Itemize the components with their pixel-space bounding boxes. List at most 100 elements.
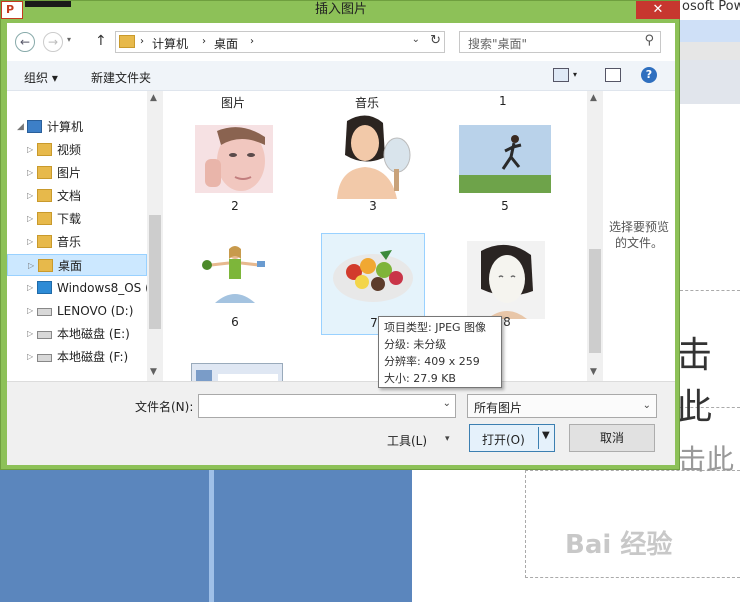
chevron-down-icon[interactable]: ▼ xyxy=(542,430,550,441)
search-placeholder: 搜索"桌面" xyxy=(468,37,528,51)
back-button[interactable]: ← xyxy=(15,32,35,52)
collapsed-arrow-icon[interactable]: ▷ xyxy=(27,300,33,322)
titlebar: P 插入图片 ✕ xyxy=(1,1,681,23)
thumbnail-woman-yoga xyxy=(195,241,273,309)
collapsed-arrow-icon[interactable]: ▷ xyxy=(27,162,33,184)
folder-icon xyxy=(38,259,53,272)
file-tile-6[interactable]: 6 xyxy=(183,233,287,335)
folder-icon xyxy=(37,235,52,248)
close-button[interactable]: ✕ xyxy=(636,1,680,19)
nav-item-documents[interactable]: ▷ 文档 xyxy=(7,185,147,207)
nav-label: LENOVO (D:) xyxy=(57,304,134,318)
file-type-select[interactable]: 所有图片 ⌄ xyxy=(467,394,657,418)
nav-scrollbar[interactable]: ▲ ▼ xyxy=(147,91,163,381)
chevron-right-icon[interactable]: › xyxy=(140,36,144,47)
collapsed-arrow-icon[interactable]: ▷ xyxy=(27,277,33,299)
file-label-1[interactable]: 1 xyxy=(499,94,507,108)
organize-button[interactable]: 组织 ▾ xyxy=(24,69,58,86)
tooltip-resolution: 分辨率: 409 x 259 xyxy=(384,355,480,368)
nav-item-local-disk-f[interactable]: ▷ 本地磁盘 (F:) xyxy=(7,346,147,368)
folder-icon xyxy=(37,143,52,156)
recent-locations-chevron-icon[interactable]: ▾ xyxy=(67,35,71,44)
expanded-arrow-icon[interactable]: ◢ xyxy=(17,116,24,138)
search-icon[interactable]: ⚲ xyxy=(644,33,654,48)
chevron-down-icon[interactable]: ⌄ xyxy=(443,398,451,409)
thumbnail-document[interactable] xyxy=(191,363,283,381)
watermark-logo: Bai 经验 xyxy=(565,530,673,560)
nav-item-windows8-os[interactable]: ▷ Windows8_OS ( xyxy=(7,277,150,299)
refresh-icon[interactable]: ↻ xyxy=(430,33,441,48)
chevron-down-icon[interactable]: ⌄ xyxy=(412,34,420,45)
breadcrumb-desktop[interactable]: 桌面 xyxy=(214,35,238,52)
file-name-6: 6 xyxy=(231,315,239,329)
nav-label: 图片 xyxy=(57,166,82,180)
file-list-scrollbar-thumb[interactable] xyxy=(589,249,601,353)
collapsed-arrow-icon[interactable]: ▷ xyxy=(27,346,33,368)
folder-icon xyxy=(37,189,52,202)
nav-label: 桌面 xyxy=(58,259,83,273)
tooltip-size: 大小: 27.9 KB xyxy=(384,372,456,385)
search-input[interactable]: 搜索"桌面" ⚲ xyxy=(459,31,661,53)
nav-item-downloads[interactable]: ▷ 下载 xyxy=(7,208,147,230)
breadcrumb-computer[interactable]: 计算机 xyxy=(152,35,188,52)
nav-item-pictures[interactable]: ▷ 图片 xyxy=(7,162,147,184)
nav-item-computer[interactable]: ◢ 计算机 xyxy=(7,116,147,138)
nav-item-lenovo-d[interactable]: ▷ LENOVO (D:) xyxy=(7,300,147,322)
forward-button[interactable]: → xyxy=(43,32,63,52)
folder-icon xyxy=(37,166,52,179)
file-name-5: 5 xyxy=(501,199,509,213)
chevron-down-icon[interactable]: ▾ xyxy=(445,434,450,444)
tooltip-type: 项目类型: JPEG 图像 xyxy=(384,321,487,334)
address-row: ← → ▾ ↑ › 计算机 › 桌面 › ⌄ ↻ 搜索"桌面" ⚲ xyxy=(7,23,675,61)
dialog-body: ← → ▾ ↑ › 计算机 › 桌面 › ⌄ ↻ 搜索"桌面" ⚲ 组织 ▾ 新… xyxy=(7,23,675,465)
collapsed-arrow-icon[interactable]: ▷ xyxy=(27,323,33,345)
open-button[interactable]: 打开(O) ▼ xyxy=(469,424,555,452)
filename-label: 文件名(N): xyxy=(135,400,194,414)
folder-icon xyxy=(37,212,52,225)
nav-label: 本地磁盘 (E:) xyxy=(57,327,130,341)
folder-icon xyxy=(119,35,135,48)
collapsed-arrow-icon[interactable]: ▷ xyxy=(27,208,33,230)
thumbnail-page xyxy=(218,374,278,381)
thumbnail-runner xyxy=(459,125,551,193)
slide-text-subtitle: 击此 xyxy=(678,443,735,476)
chevron-down-icon[interactable]: ▾ xyxy=(573,70,577,79)
background-divider xyxy=(209,465,214,602)
collapsed-arrow-icon[interactable]: ▷ xyxy=(27,231,33,253)
file-tile-5[interactable]: 5 xyxy=(453,117,557,219)
scroll-up-icon[interactable]: ▲ xyxy=(150,93,157,103)
collapsed-arrow-icon[interactable]: ▷ xyxy=(28,255,34,277)
scroll-down-icon[interactable]: ▼ xyxy=(150,367,157,377)
nav-item-local-disk-e[interactable]: ▷ 本地磁盘 (E:) xyxy=(7,323,147,345)
thumbnail-woman-mirror xyxy=(327,111,415,199)
nav-item-desktop[interactable]: ▷ 桌面 xyxy=(7,254,147,276)
thumbnail-fruit-bowl xyxy=(328,242,418,310)
folder-label-pictures[interactable]: 图片 xyxy=(221,94,245,111)
view-options-icon[interactable] xyxy=(553,68,569,82)
nav-label: 文档 xyxy=(57,189,82,203)
preview-pane-icon[interactable] xyxy=(605,68,621,82)
address-bar[interactable]: › 计算机 › 桌面 › ⌄ ↻ xyxy=(115,31,445,53)
chevron-down-icon[interactable]: ⌄ xyxy=(643,400,651,411)
cancel-button[interactable]: 取消 xyxy=(569,424,655,452)
filename-input[interactable]: ⌄ xyxy=(198,394,456,418)
file-tile-2[interactable]: 2 xyxy=(183,117,287,219)
scroll-up-icon[interactable]: ▲ xyxy=(590,93,597,103)
nav-item-music[interactable]: ▷ 音乐 xyxy=(7,231,147,253)
up-arrow-icon[interactable]: ↑ xyxy=(95,33,107,49)
tools-button[interactable]: 工具(L) ▾ xyxy=(387,432,450,449)
collapsed-arrow-icon[interactable]: ▷ xyxy=(27,139,33,161)
file-type-value: 所有图片 xyxy=(474,401,523,415)
file-list-scrollbar[interactable]: ▲ ▼ xyxy=(587,91,603,381)
collapsed-arrow-icon[interactable]: ▷ xyxy=(27,185,33,207)
preview-pane: 选择要预览的文件。 xyxy=(603,91,675,381)
nav-item-videos[interactable]: ▷ 视频 xyxy=(7,139,147,161)
chevron-right-icon[interactable]: › xyxy=(202,36,206,47)
nav-scrollbar-thumb[interactable] xyxy=(149,215,161,329)
scroll-down-icon[interactable]: ▼ xyxy=(590,367,597,377)
new-folder-button[interactable]: 新建文件夹 xyxy=(91,69,151,86)
help-icon[interactable]: ? xyxy=(641,67,657,83)
insert-picture-dialog: P 插入图片 ✕ ← → ▾ ↑ › 计算机 › 桌面 › ⌄ ↻ 搜索"桌面"… xyxy=(0,0,680,470)
file-tile-3[interactable]: 3 xyxy=(321,109,425,219)
chevron-right-icon[interactable]: › xyxy=(250,36,254,47)
